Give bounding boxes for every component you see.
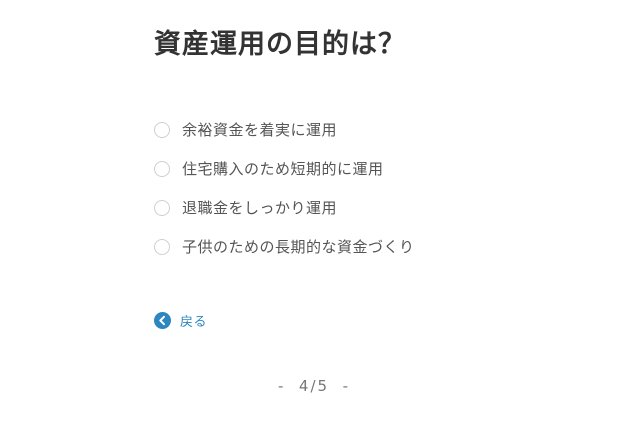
option-label: 退職金をしっかり運用 <box>182 199 338 217</box>
page-indicator: - 4/5 - <box>277 377 351 395</box>
option-item[interactable]: 退職金をしっかり運用 <box>154 188 415 227</box>
question-title: 資産運用の目的は？ <box>154 29 406 60</box>
radio-button[interactable] <box>154 160 170 177</box>
chevron-left-circle-icon[interactable] <box>154 312 171 329</box>
option-label: 子供のための長期的な資金づくり <box>182 238 415 256</box>
radio-button[interactable] <box>154 238 170 255</box>
back-link[interactable]: 戻る <box>154 311 207 330</box>
option-label: 住宅購入のため短期的に運用 <box>182 160 384 178</box>
option-item[interactable]: 子供のための長期的な資金づくり <box>154 227 415 266</box>
answer-options: 余裕資金を着実に運用 住宅購入のため短期的に運用 退職金をしっかり運用 子供のた… <box>154 110 415 266</box>
option-item[interactable]: 余裕資金を着実に運用 <box>154 110 415 149</box>
radio-button[interactable] <box>154 199 170 216</box>
option-item[interactable]: 住宅購入のため短期的に運用 <box>154 149 415 188</box>
option-label: 余裕資金を着実に運用 <box>182 121 338 139</box>
back-label[interactable]: 戻る <box>180 311 207 330</box>
radio-button[interactable] <box>154 121 170 138</box>
